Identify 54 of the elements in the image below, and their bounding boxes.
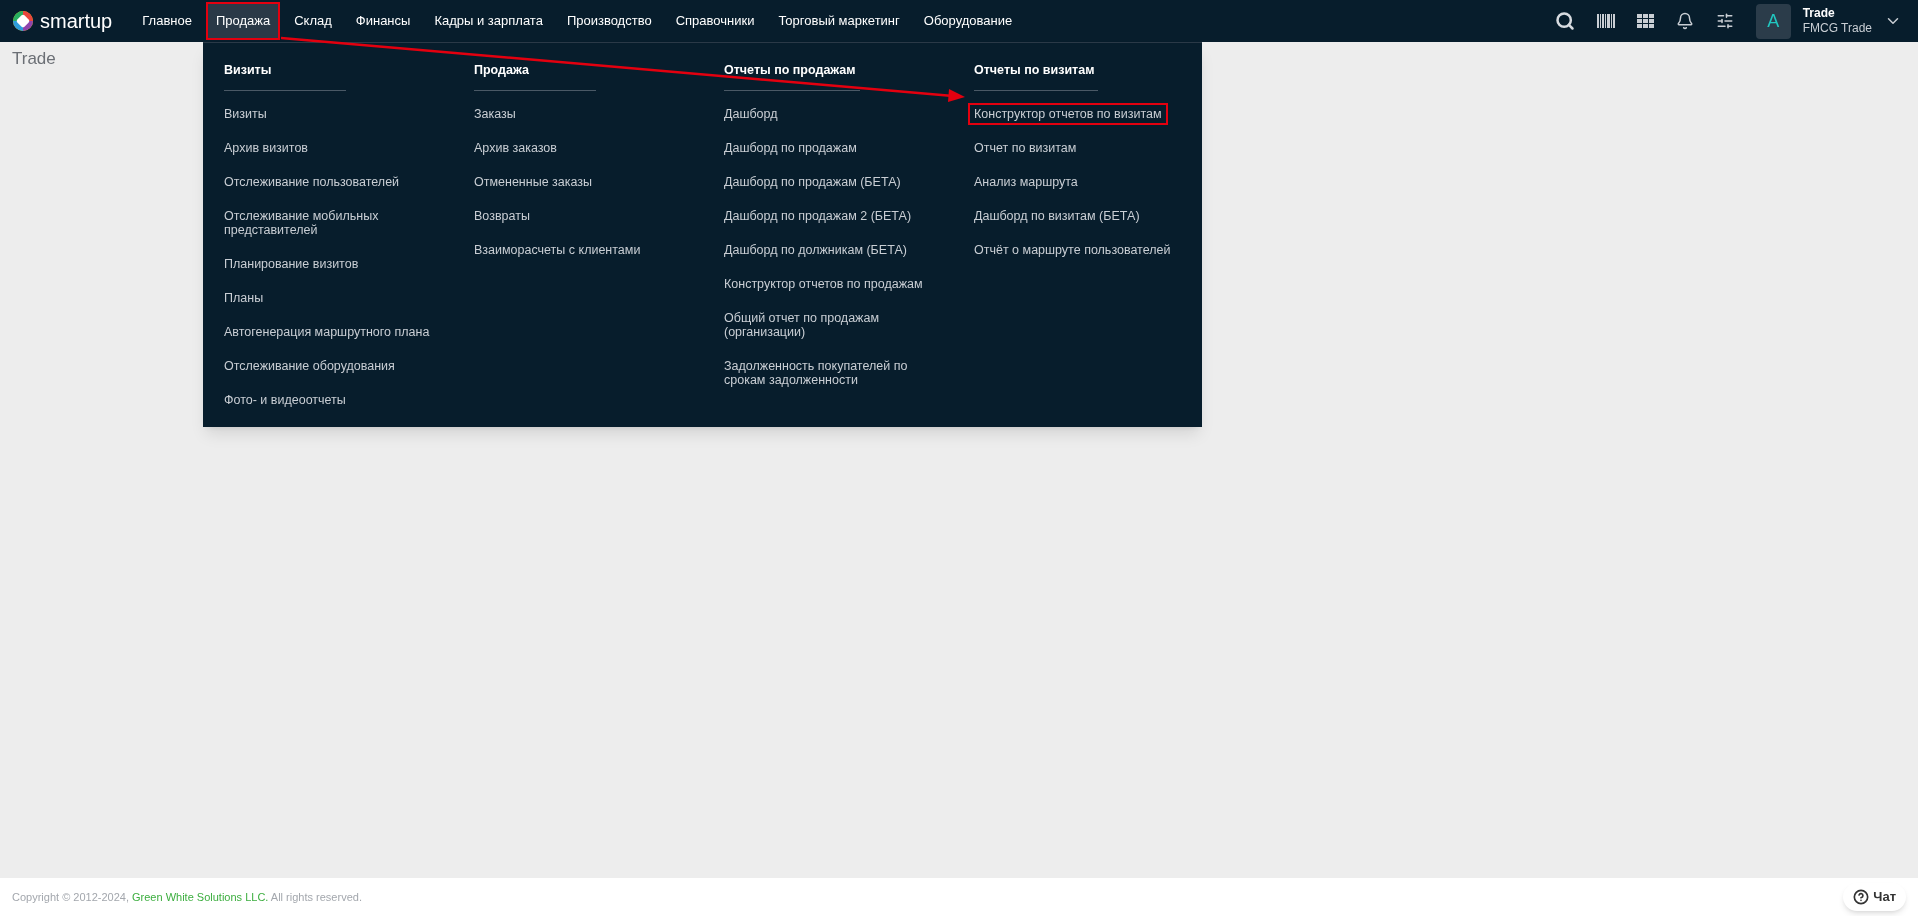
nav-tab[interactable]: Финансы xyxy=(345,2,421,40)
nav-tab[interactable]: Кадры и зарплата xyxy=(424,2,553,40)
nav-tab[interactable]: Оборудование xyxy=(913,2,1023,40)
nav-tab[interactable]: Склад xyxy=(284,2,342,40)
menu-link[interactable]: Взаиморасчеты с клиентами xyxy=(468,238,647,261)
grid-icon[interactable] xyxy=(1636,14,1654,28)
menu-column-title: Отчеты по продажам xyxy=(724,61,860,91)
page-title: Trade xyxy=(12,48,56,70)
menu-link[interactable]: Отслеживание оборудования xyxy=(218,354,401,377)
menu-link[interactable]: Дашборд по визитам (БЕТА) xyxy=(968,204,1146,227)
menu-link[interactable]: Общий отчет по продажам (организации) xyxy=(718,306,950,343)
menu-link[interactable]: Анализ маршрута xyxy=(968,170,1084,193)
barcode-icon[interactable] xyxy=(1596,14,1615,28)
menu-column-title: Продажа xyxy=(474,61,596,91)
menu-link[interactable]: Архив визитов xyxy=(218,136,314,159)
menu-link[interactable]: Архив заказов xyxy=(468,136,563,159)
menu-link[interactable]: Отчёт о маршруте пользователей xyxy=(968,238,1177,261)
menu-link[interactable]: Дашборд по должникам (БЕТА) xyxy=(718,238,913,261)
help-icon xyxy=(1853,889,1870,905)
menu-column-title: Визиты xyxy=(224,61,346,91)
menu-link[interactable]: Отслеживание мобильных представителей xyxy=(218,204,450,241)
logo-icon xyxy=(12,10,34,32)
menu-link[interactable]: Визиты xyxy=(218,102,273,125)
menu-link[interactable]: Заказы xyxy=(468,102,522,125)
nav-tab[interactable]: Производство xyxy=(556,2,662,40)
company-name: FMCG Trade xyxy=(1802,21,1872,36)
logo-text: smartup xyxy=(40,11,113,31)
menu-column-title: Отчеты по визитам xyxy=(974,61,1099,91)
menu-link[interactable]: Конструктор отчетов по продажам xyxy=(718,272,929,295)
menu-link[interactable]: Дашборд xyxy=(718,102,784,125)
nav-tab[interactable]: Главное xyxy=(132,2,202,40)
bell-icon[interactable] xyxy=(1675,12,1694,30)
menu-link[interactable]: Отслеживание пользователей xyxy=(218,170,406,193)
menu-link[interactable]: Дашборд по продажам (БЕТА) xyxy=(718,170,907,193)
chat-button[interactable]: Чат xyxy=(1843,883,1906,911)
menu-link[interactable]: Отчет по визитам xyxy=(968,136,1083,159)
menu-link[interactable]: Задолженность покупателей по срокам задолженности xyxy=(718,354,950,391)
settings-icon[interactable] xyxy=(1715,12,1734,30)
nav-tab[interactable]: Продажа xyxy=(205,2,281,40)
search-icon[interactable] xyxy=(1554,11,1575,31)
avatar[interactable]: A xyxy=(1755,3,1791,39)
copyright-text: Copyright © 2012-2024, Green White Solutions LLC. All rights reserved. xyxy=(12,889,362,905)
menu-link[interactable]: Автогенерация маршрутного плана xyxy=(218,320,436,343)
menu-link[interactable]: Конструктор отчетов по визитам xyxy=(968,102,1168,125)
nav-tab[interactable]: Справочники xyxy=(665,2,765,40)
menu-link[interactable]: Фото- и видеоотчеты xyxy=(218,388,352,411)
menu-link[interactable]: Отмененные заказы xyxy=(468,170,599,193)
menu-link[interactable]: Возвраты xyxy=(468,204,536,227)
menu-link[interactable]: Дашборд по продажам xyxy=(718,136,863,159)
menu-link[interactable]: Планы xyxy=(218,286,270,309)
user-name: Trade xyxy=(1802,6,1836,21)
menu-link[interactable]: Планирование визитов xyxy=(218,252,365,275)
nav-tab[interactable]: Торговый маркетинг xyxy=(768,2,910,40)
menu-link[interactable]: Дашборд по продажам 2 (БЕТА) xyxy=(718,204,918,227)
